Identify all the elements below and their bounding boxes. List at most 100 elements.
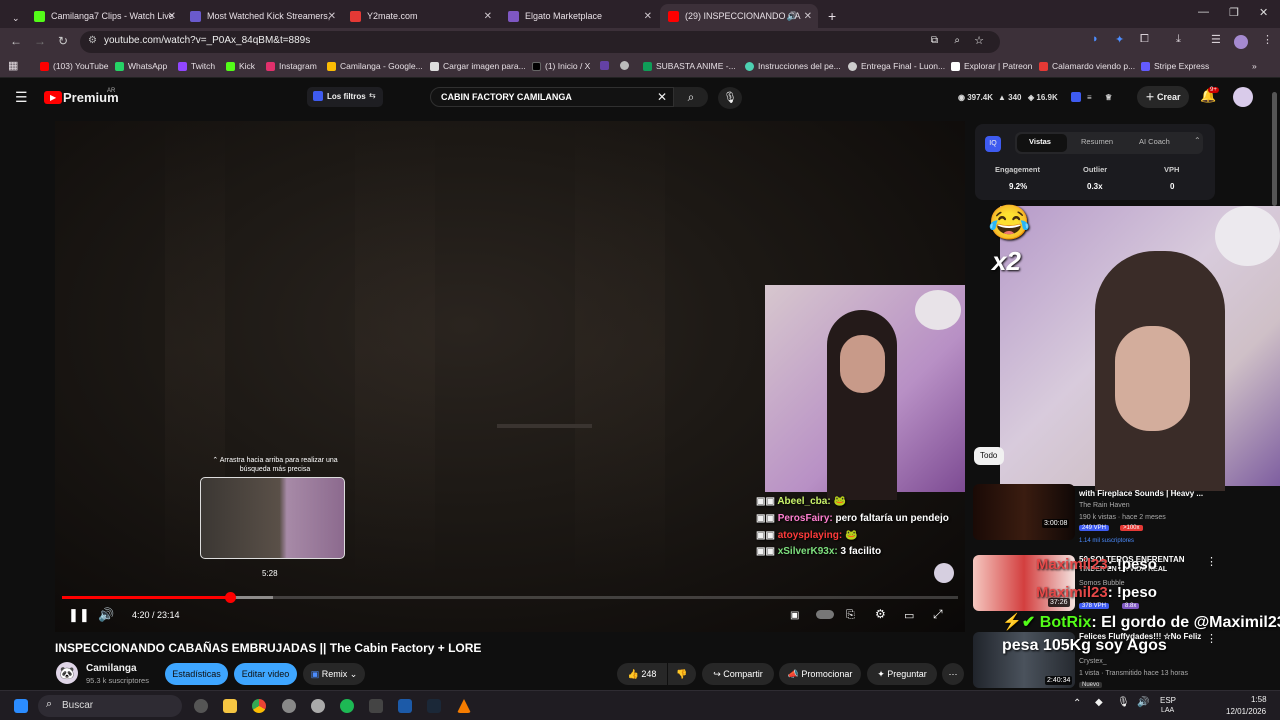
tab-2[interactable]: Y2mate.com ✕ [342, 4, 498, 28]
steam-icon[interactable] [427, 699, 441, 713]
filter-icon[interactable]: ≡ [1087, 93, 1092, 102]
vidiq-tab-ai-coach[interactable]: AI Coach [1139, 137, 1170, 146]
bookmark-whatsapp[interactable]: WhatsApp [115, 61, 167, 71]
menu-icon[interactable]: ⋮ [1262, 33, 1273, 46]
fullscreen-icon[interactable]: ⤢ [933, 607, 943, 622]
tray-icon[interactable]: ◆ [1095, 697, 1103, 708]
address-bar[interactable]: ⚙ youtube.com/watch?v=_P0Ax_84qBM&t=889s… [80, 31, 1000, 53]
settings-gear-icon[interactable]: ⚙ [875, 607, 886, 621]
language-indicator[interactable]: ESP [1160, 696, 1176, 705]
pause-icon[interactable]: ❚❚ [68, 607, 90, 623]
spotify-icon[interactable] [340, 699, 354, 713]
new-tab-button[interactable]: + [820, 4, 840, 28]
volume-icon[interactable]: 🔊 [98, 607, 114, 623]
tray-chevron-icon[interactable]: ⌃ [1073, 698, 1081, 709]
clear-search-icon[interactable]: ✕ [657, 90, 667, 104]
search-value[interactable]: CABIN FACTORY CAMILANGA [441, 92, 572, 102]
bookmark-twitch-2[interactable] [600, 61, 613, 70]
chrome-icon[interactable] [252, 699, 266, 713]
more-actions-button[interactable]: ⋯ [942, 663, 964, 685]
bookmark-entrega[interactable]: Entrega Final - Luon... [848, 61, 945, 71]
remix-button[interactable]: ▣ Remix ⌄ [303, 663, 365, 685]
bookmarks-overflow-icon[interactable]: » [1252, 61, 1257, 71]
more-vert-icon[interactable]: ⋮ [1206, 555, 1217, 568]
file-explorer-icon[interactable] [223, 699, 237, 713]
vidiq-player-icon[interactable]: ▣ [790, 610, 799, 621]
vidiq-tab-resumen[interactable]: Resumen [1081, 137, 1113, 146]
extension-vidiq-icon[interactable]: ◗ [1092, 33, 1099, 45]
search-input[interactable]: CABIN FACTORY CAMILANGA ✕ [430, 87, 674, 107]
vidiq-tab-vistas[interactable]: Vistas [1029, 137, 1051, 146]
bookmark-patreon[interactable]: Explorar | Patreon [951, 61, 1032, 71]
tab-4-active[interactable]: (29) INSPECCIONANDO CA 🔊 ✕ [660, 4, 818, 28]
reload-icon[interactable]: ↻ [58, 34, 68, 48]
collapse-icon[interactable]: ⌃ [1194, 136, 1201, 145]
voice-search-button[interactable]: 🎙 [718, 87, 742, 109]
hamburger-icon[interactable]: ☰ [15, 89, 28, 106]
microphone-icon[interactable]: 🎙 [1117, 697, 1130, 708]
account-avatar[interactable] [1233, 87, 1253, 107]
bookmark-google[interactable]: Camilanga - Google... [327, 61, 423, 71]
forward-icon[interactable]: → [34, 34, 46, 48]
promote-button[interactable]: 📣 Promocionar [779, 663, 861, 685]
recommended-channel[interactable]: The Rain Haven [1079, 502, 1130, 509]
share-button[interactable]: ↪ Compartir [702, 663, 774, 685]
bookmark-globe[interactable] [620, 61, 633, 70]
search-button[interactable]: ⌕ [674, 87, 708, 107]
scrubber-handle[interactable] [224, 592, 236, 603]
window-close-icon[interactable]: ✕ [1259, 6, 1268, 19]
app-icon[interactable] [398, 699, 412, 713]
progress-bar[interactable] [62, 596, 958, 599]
volume-icon[interactable]: 🔊 [1137, 697, 1149, 708]
vidiq-icon[interactable] [1071, 92, 1081, 102]
url-text[interactable]: youtube.com/watch?v=_P0Ax_84qBM&t=889s [104, 35, 310, 46]
bookmark-stripe[interactable]: Stripe Express [1141, 61, 1209, 71]
apps-icon[interactable]: ▦ [8, 59, 18, 72]
recommended-channel[interactable]: Crystex_ [1079, 658, 1107, 665]
tab-3[interactable]: Elgato Marketplace ✕ [500, 4, 658, 28]
badge-icon[interactable]: ♕ [1105, 93, 1112, 102]
profile-avatar[interactable] [1234, 35, 1248, 49]
bookmark-x[interactable]: (1) Inicio / X [532, 61, 590, 71]
install-icon[interactable]: ⧉ [931, 35, 938, 46]
ask-button[interactable]: ✦ Preguntar [867, 663, 937, 685]
bookmark-subasta[interactable]: SUBASTA ANIME -... [643, 61, 736, 71]
page-scrollbar[interactable] [1272, 92, 1277, 206]
back-icon[interactable]: ← [10, 34, 22, 48]
subtitles-icon[interactable]: ⎘ [846, 609, 855, 622]
bookmark-calamardo[interactable]: Calamardo viendo p... [1039, 61, 1135, 71]
vlc-icon[interactable] [457, 699, 471, 713]
stats-button[interactable]: Estadísticas [165, 663, 228, 685]
bookmark-instagram[interactable]: Instagram [266, 61, 317, 71]
bookmark-cargar[interactable]: Cargar imagen para... [430, 61, 526, 71]
chip-todo[interactable]: Todo [974, 447, 1004, 465]
create-button[interactable]: ＋ Crear [1137, 86, 1189, 108]
recommended-thumbnail[interactable] [973, 484, 1075, 540]
site-info-icon[interactable]: ⚙ [88, 35, 97, 46]
obs-icon[interactable] [311, 699, 325, 713]
filters-button[interactable]: Los filtros ⇆ [307, 87, 383, 107]
minimize-icon[interactable]: — [1198, 6, 1209, 18]
close-icon[interactable]: ✕ [804, 11, 812, 22]
tab-search-button[interactable]: ⌄ [4, 6, 20, 30]
media-icon[interactable]: ☰ [1211, 33, 1221, 46]
close-icon[interactable]: ✕ [328, 11, 336, 22]
close-icon[interactable]: ✕ [644, 11, 652, 22]
star-icon[interactable]: ☆ [974, 34, 984, 47]
zoom-icon[interactable]: ⌕ [954, 35, 960, 46]
bookmark-youtube[interactable]: (103) YouTube [40, 61, 108, 71]
bookmark-twitch[interactable]: Twitch [178, 61, 215, 71]
bookmark-kick[interactable]: Kick [226, 61, 255, 71]
extension-icon[interactable]: ✦ [1115, 33, 1124, 46]
download-icon[interactable]: ⤓ [1176, 33, 1181, 46]
channel-name[interactable]: Camilanga [86, 663, 137, 674]
miniplayer-icon[interactable]: ▭ [904, 609, 914, 622]
bookmark-instrucciones[interactable]: Instrucciones del pe... [745, 61, 841, 71]
speaker-icon[interactable]: 🔊 [787, 11, 798, 22]
extensions-puzzle-icon[interactable]: ⧠ [1140, 33, 1149, 46]
close-icon[interactable]: ✕ [484, 11, 492, 22]
dislike-button[interactable]: 👎 [668, 663, 696, 685]
more-vert-icon[interactable]: ⋮ [1206, 632, 1217, 645]
channel-avatar[interactable]: 🐼 [56, 662, 78, 684]
taskbar-search[interactable]: ⌕ Buscar [38, 695, 182, 717]
